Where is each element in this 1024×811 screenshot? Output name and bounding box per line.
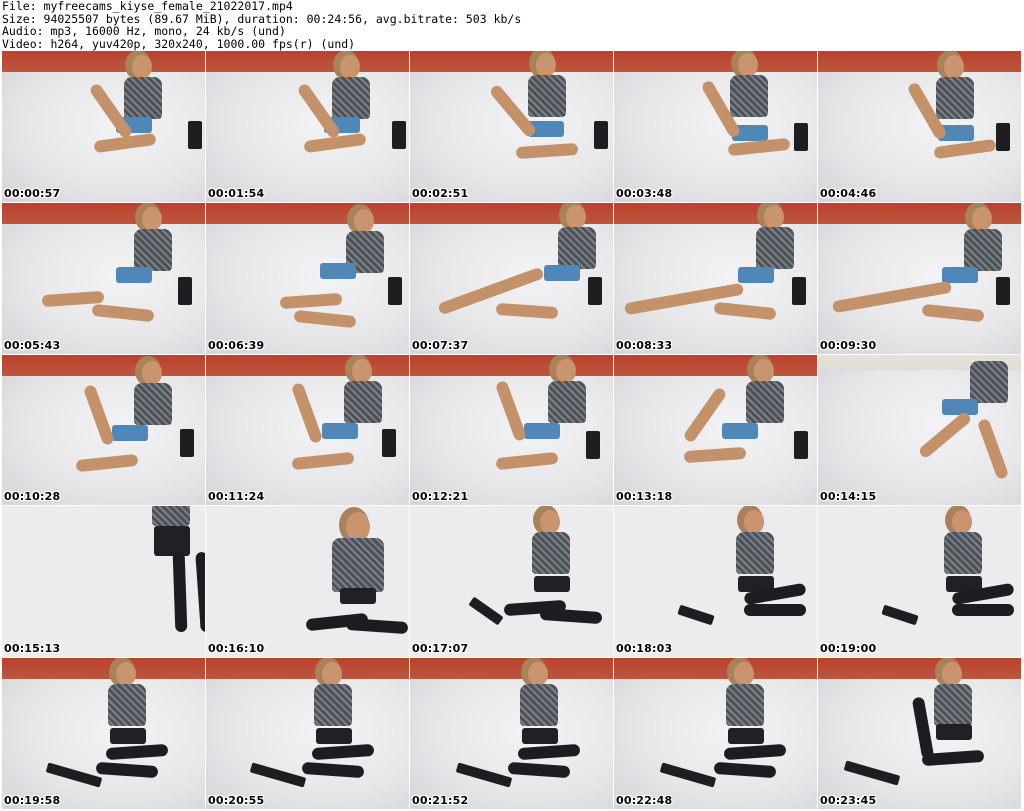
thumbnail: 00:22:48: [614, 658, 818, 810]
timestamp-label: 00:03:48: [616, 186, 673, 200]
timestamp-label: 00:11:24: [208, 490, 265, 504]
file-name-line: File: myfreecams_kiyse_female_21022017.m…: [2, 0, 293, 13]
thumbnail: 00:14:15: [818, 354, 1022, 507]
timestamp-label: 00:13:18: [616, 490, 673, 504]
thumbnail: 00:05:43: [2, 202, 206, 355]
timestamp-label: 00:06:39: [208, 338, 265, 352]
timestamp-label: 00:01:54: [208, 186, 265, 200]
timestamp-label: 00:07:37: [412, 338, 469, 352]
timestamp-label: 00:21:52: [412, 793, 469, 807]
audio-line: Audio: mp3, 16000 Hz, mono, 24 kb/s (und…: [2, 24, 286, 39]
timestamp-label: 00:19:58: [4, 793, 61, 807]
thumbnail: 00:19:00: [818, 506, 1022, 659]
thumbnail: 00:08:33: [614, 202, 818, 355]
timestamp-label: 00:15:13: [4, 642, 61, 656]
thumbnail: 00:17:07: [410, 506, 614, 659]
thumbnail: 00:07:37: [410, 202, 614, 355]
thumbnail: 00:04:46: [818, 51, 1022, 203]
timestamp-label: 00:09:30: [820, 338, 877, 352]
thumbnail: 00:13:18: [614, 354, 818, 507]
timestamp-label: 00:00:57: [4, 186, 61, 200]
timestamp-label: 00:19:00: [820, 642, 877, 656]
timestamp-label: 00:23:45: [820, 793, 877, 807]
timestamp-label: 00:05:43: [4, 338, 61, 352]
thumbnail: 00:09:30: [818, 202, 1022, 355]
thumbnail: 00:00:57: [2, 51, 206, 203]
timestamp-label: 00:02:51: [412, 186, 469, 200]
timestamp-label: 00:18:03: [616, 642, 673, 656]
thumbnail-grid: 00:00:57 00:01:54 00:02:51 00:03:48 00:0…: [2, 51, 1022, 810]
thumbnail: 00:18:03: [614, 506, 818, 659]
timestamp-label: 00:08:33: [616, 338, 673, 352]
timestamp-label: 00:10:28: [4, 490, 61, 504]
timestamp-label: 00:12:21: [412, 490, 469, 504]
thumbnail: 00:03:48: [614, 51, 818, 203]
thumbnail: 00:02:51: [410, 51, 614, 203]
thumbnail: 00:01:54: [206, 51, 410, 203]
thumbnail: 00:20:55: [206, 658, 410, 810]
timestamp-label: 00:20:55: [208, 793, 265, 807]
thumbnail: 00:06:39: [206, 202, 410, 355]
thumbnail: 00:10:28: [2, 354, 206, 507]
timestamp-label: 00:16:10: [208, 642, 265, 656]
timestamp-label: 00:17:07: [412, 642, 469, 656]
video-line: Video: h264, yuv420p, 320x240, 1000.00 f…: [2, 36, 356, 51]
thumbnail: 00:21:52: [410, 658, 614, 810]
timestamp-label: 00:22:48: [616, 793, 673, 807]
timestamp-label: 00:04:46: [820, 186, 877, 200]
thumbnail: 00:19:58: [2, 658, 206, 810]
timestamp-label: 00:14:15: [820, 490, 877, 504]
file-info-header: File: myfreecams_kiyse_female_21022017.m…: [2, 0, 521, 50]
thumbnail: 00:12:21: [410, 354, 614, 507]
thumbnail: 00:15:13: [2, 506, 206, 659]
thumbnail: 00:16:10: [206, 506, 410, 659]
thumbnail: 00:23:45: [818, 658, 1022, 810]
thumbnail: 00:11:24: [206, 354, 410, 507]
